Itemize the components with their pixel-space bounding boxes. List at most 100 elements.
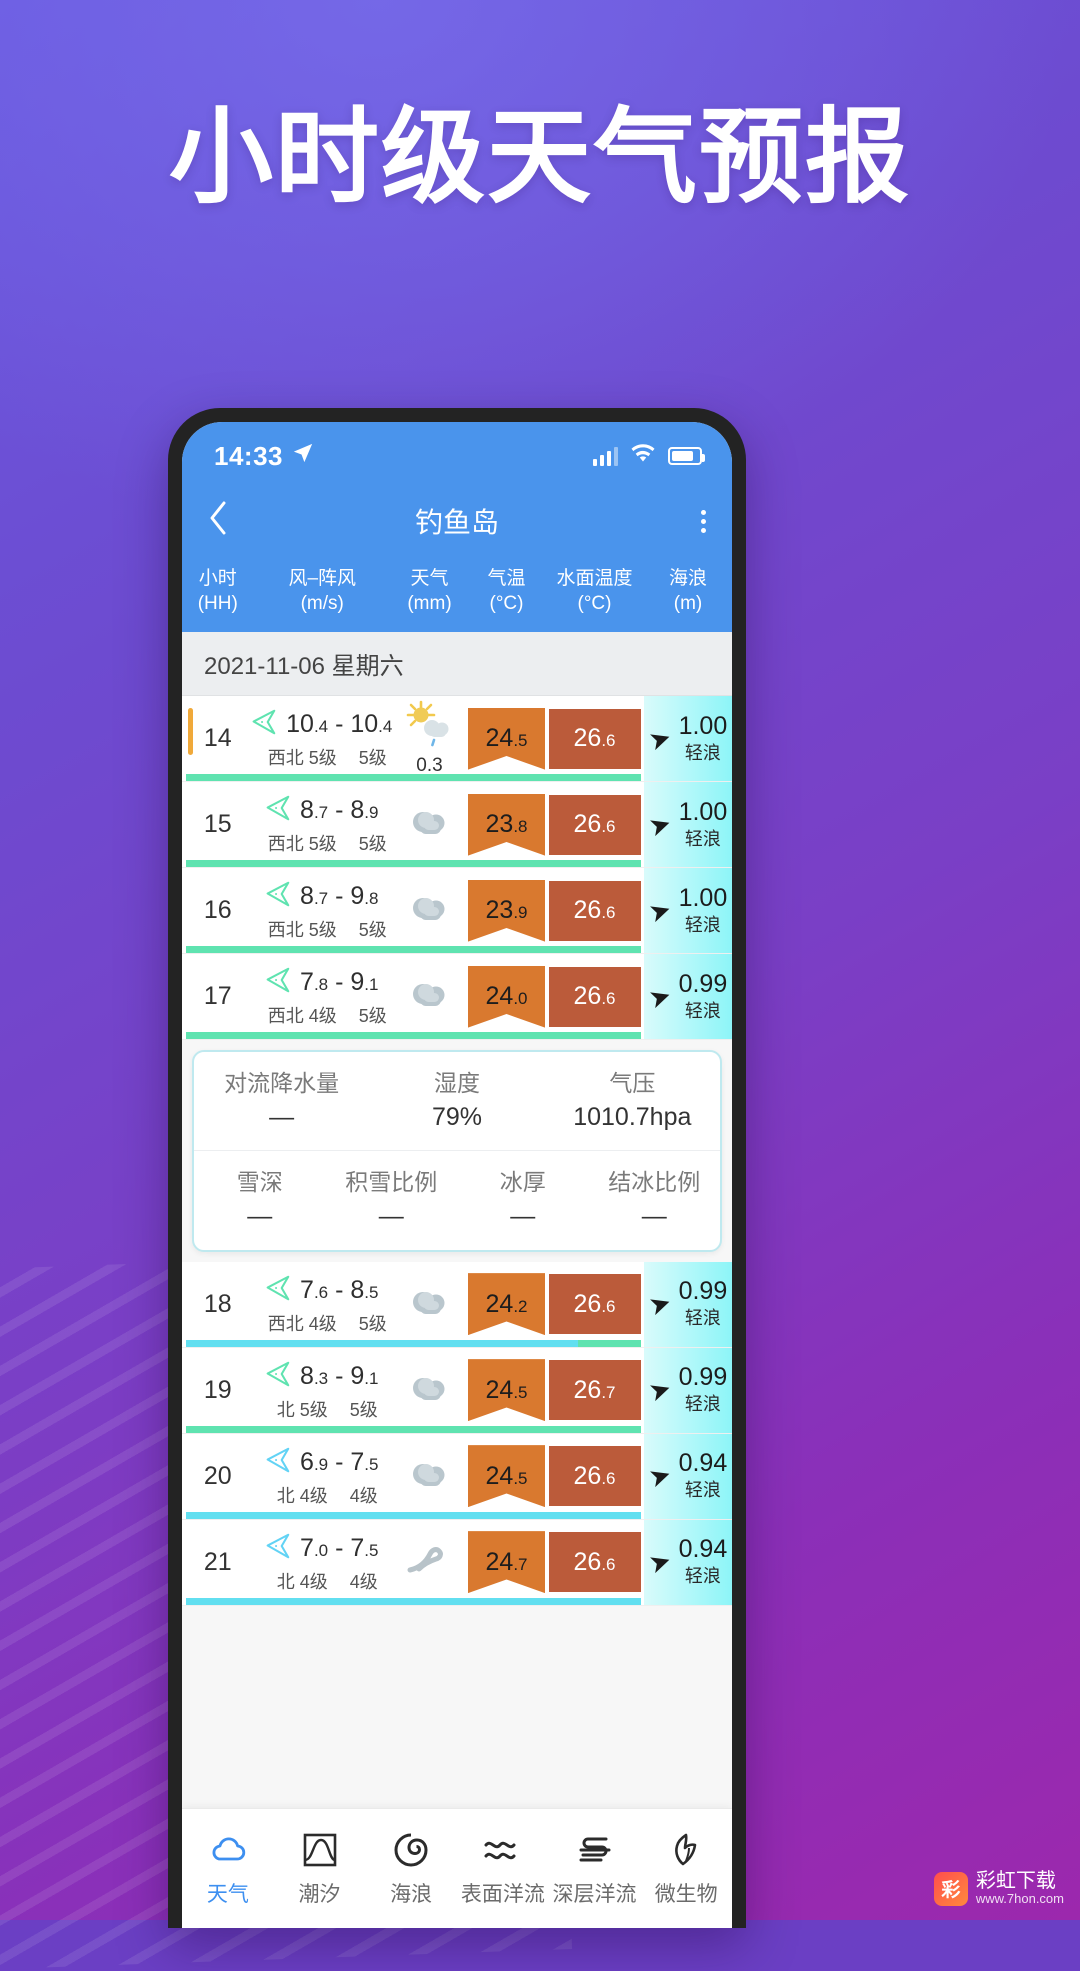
table-row[interactable]: 16 8.7 - 9.8 西北 5级 5级 23.9 26.6 ➤ 1.00 轻浪 <box>182 868 732 955</box>
column-header-wave-name: 海浪 <box>668 568 707 589</box>
back-chevron-icon[interactable] <box>208 501 248 541</box>
row-progress-segment <box>577 1339 642 1347</box>
nav-item-label: 天气 <box>206 1882 249 1906</box>
info-cell-r1-0: 对流降水量 — <box>194 1066 369 1134</box>
column-header-weather-unit: (mm) <box>407 593 452 615</box>
row-progress-segment <box>186 946 642 954</box>
water-temperature-chip: 26.6 <box>548 966 641 1027</box>
info-cell-key: 结冰比例 <box>608 1169 701 1196</box>
nav-item-海浪[interactable]: 海浪 <box>365 1830 457 1908</box>
wind-levels-row: 西北 5级 5级 <box>254 744 388 770</box>
wave-direction-arrow-icon: ➤ <box>644 1544 675 1580</box>
cell-wind: 8.7 - 9.8 西北 5级 5级 <box>254 868 392 953</box>
cell-weather <box>391 954 468 1039</box>
sun-cloud-rain-icon <box>402 700 458 757</box>
table-row[interactable]: 19 8.3 - 9.1 北 5级 5级 24.5 26.7 ➤ 0.99 轻浪 <box>182 1347 732 1434</box>
air-temperature-chip: 23.8 <box>468 793 545 856</box>
row-progress-segment <box>186 774 642 782</box>
cell-wind: 7.8 - 9.1 西北 4级 5级 <box>254 954 392 1039</box>
wave-state-label: 轻浪 <box>684 1000 721 1021</box>
water-temperature-value: 26.6 <box>573 896 616 925</box>
wave-direction-arrow-icon: ➤ <box>644 893 675 929</box>
water-temperature-chip: 26.6 <box>548 794 641 855</box>
gust-level-label: 5级 <box>358 748 387 769</box>
wind-speed-row: 8.7 - 9.8 <box>254 879 388 914</box>
wind-direction-label: 北 4级 <box>276 1485 328 1506</box>
row-progress-segment <box>186 1032 642 1040</box>
nav-item-微生物[interactable]: 微生物 <box>640 1830 732 1908</box>
cell-water-temperature: 26.7 <box>545 1348 644 1433</box>
row-progress-bar <box>186 774 642 782</box>
cell-water-temperature: 26.6 <box>545 1262 644 1347</box>
column-header-wave: 海浪 (m) <box>644 566 732 616</box>
table-row[interactable]: 15 8.7 - 8.9 西北 5级 5级 23.8 26.6 ➤ 1.00 轻浪 <box>182 782 732 869</box>
nav-item-潮汐[interactable]: 潮汐 <box>274 1830 366 1908</box>
water-temperature-value: 26.6 <box>573 810 616 839</box>
gust-level-label: 4级 <box>349 1571 378 1592</box>
column-header-wave-unit: (m) <box>673 593 703 615</box>
wind-direction-label: 西北 4级 <box>267 1313 337 1334</box>
wave-direction-arrow-icon: ➤ <box>644 807 675 843</box>
wave-state-label: 轻浪 <box>684 828 721 849</box>
wind-speed-row: 7.0 - 7.5 <box>254 1531 388 1566</box>
gust-level-label: 5级 <box>358 1006 387 1027</box>
wave-direction-arrow-icon: ➤ <box>644 1458 675 1494</box>
table-row[interactable]: 17 7.8 - 9.1 西北 4级 5级 24.0 26.6 ➤ 0.99 轻浪 <box>182 954 732 1041</box>
cell-water-temperature: 26.6 <box>545 1434 644 1519</box>
wind-speed-range: 7.8 - 9.1 <box>300 968 379 997</box>
nav-item-label: 微生物 <box>654 1882 718 1906</box>
info-cell-r2-1: 积雪比例 — <box>326 1165 458 1233</box>
table-row[interactable]: 20 6.9 - 7.5 北 4级 4级 24.5 26.6 ➤ 0.94 轻浪 <box>182 1433 732 1520</box>
cell-air-temperature: 24.7 <box>468 1520 545 1605</box>
cloud-icon <box>208 1830 248 1870</box>
cell-water-temperature: 26.6 <box>545 1520 644 1605</box>
wave-text: 0.99 轻浪 <box>679 1278 728 1330</box>
wind-direction-label: 西北 5级 <box>267 748 337 769</box>
info-cell-value: 79% <box>431 1102 483 1131</box>
info-cell-r1-1: 湿度 79% <box>369 1066 544 1134</box>
hour-value: 21 <box>203 1547 232 1576</box>
wave-text: 1.00 轻浪 <box>679 884 728 937</box>
info-cell-value: 1010.7hpa <box>573 1102 692 1131</box>
nav-item-天气[interactable]: 天气 <box>182 1830 274 1908</box>
bottom-navigation-bar: 天气 潮汐 海浪 表面洋流 深层洋流 微生物 <box>182 1808 732 1928</box>
wind-speed-range: 7.0 - 7.5 <box>300 1533 379 1562</box>
cell-water-temperature: 26.6 <box>545 782 644 867</box>
wind-direction-arrow-icon <box>262 793 292 828</box>
cell-air-temperature: 24.0 <box>468 954 545 1039</box>
row-progress-segment <box>186 1511 642 1519</box>
air-temperature-chip: 24.2 <box>468 1273 545 1336</box>
detail-info-card: 对流降水量 — 湿度 79% 气压 1010.7hpa 雪深 — 积雪比例 — 冰厚 — 结冰比例 — <box>192 1050 722 1252</box>
watermark: 彩 彩虹下载 www.7hon.com <box>933 1871 1064 1906</box>
wave-state-label: 轻浪 <box>684 1480 721 1501</box>
column-header-wind-name: 风–阵风 <box>288 568 357 589</box>
cell-weather <box>391 1348 468 1433</box>
more-vertical-icon[interactable] <box>701 509 706 533</box>
row-progress-segment <box>609 1425 642 1433</box>
info-cell-r2-2: 冰厚 — <box>457 1165 589 1233</box>
table-row[interactable]: 14 10.4 - 10.4 西北 5级 5级 0.3 24.5 26.6 ➤ 1.00 轻浪 <box>182 696 732 783</box>
cell-water-temperature: 26.6 <box>545 696 644 781</box>
info-cell-value: — <box>378 1201 404 1230</box>
cell-wind: 8.3 - 9.1 北 5级 5级 <box>254 1348 392 1433</box>
table-row[interactable]: 21 7.0 - 7.5 北 4级 4级 24.7 26.6 ➤ 0.94 轻浪 <box>182 1519 732 1606</box>
cell-weather <box>391 1520 468 1605</box>
nav-item-label: 深层洋流 <box>552 1882 637 1906</box>
cell-hour: 16 <box>182 868 254 953</box>
info-cell-key: 雪深 <box>236 1169 283 1196</box>
table-row[interactable]: 18 7.6 - 8.5 西北 4级 5级 24.2 26.6 ➤ 0.99 轻浪 <box>182 1261 732 1348</box>
cell-air-temperature: 23.9 <box>468 868 545 953</box>
wave-height-value: 0.94 <box>678 1449 728 1478</box>
hour-value: 18 <box>203 1289 232 1318</box>
nav-item-表面洋流[interactable]: 表面洋流 <box>457 1830 549 1908</box>
wave-text: 1.00 轻浪 <box>679 712 728 765</box>
cloud-icon <box>402 1452 458 1501</box>
info-cell-value: — <box>269 1102 295 1131</box>
wind-levels-row: 西北 4级 5级 <box>254 1002 388 1028</box>
nav-item-深层洋流[interactable]: 深层洋流 <box>549 1830 641 1908</box>
hour-value: 14 <box>203 724 232 753</box>
wind-speed-range: 6.9 - 7.5 <box>300 1447 379 1476</box>
cell-wave: ➤ 1.00 轻浪 <box>644 868 732 954</box>
wave-height-value: 0.99 <box>678 1277 728 1306</box>
cell-air-temperature: 24.5 <box>468 696 545 781</box>
